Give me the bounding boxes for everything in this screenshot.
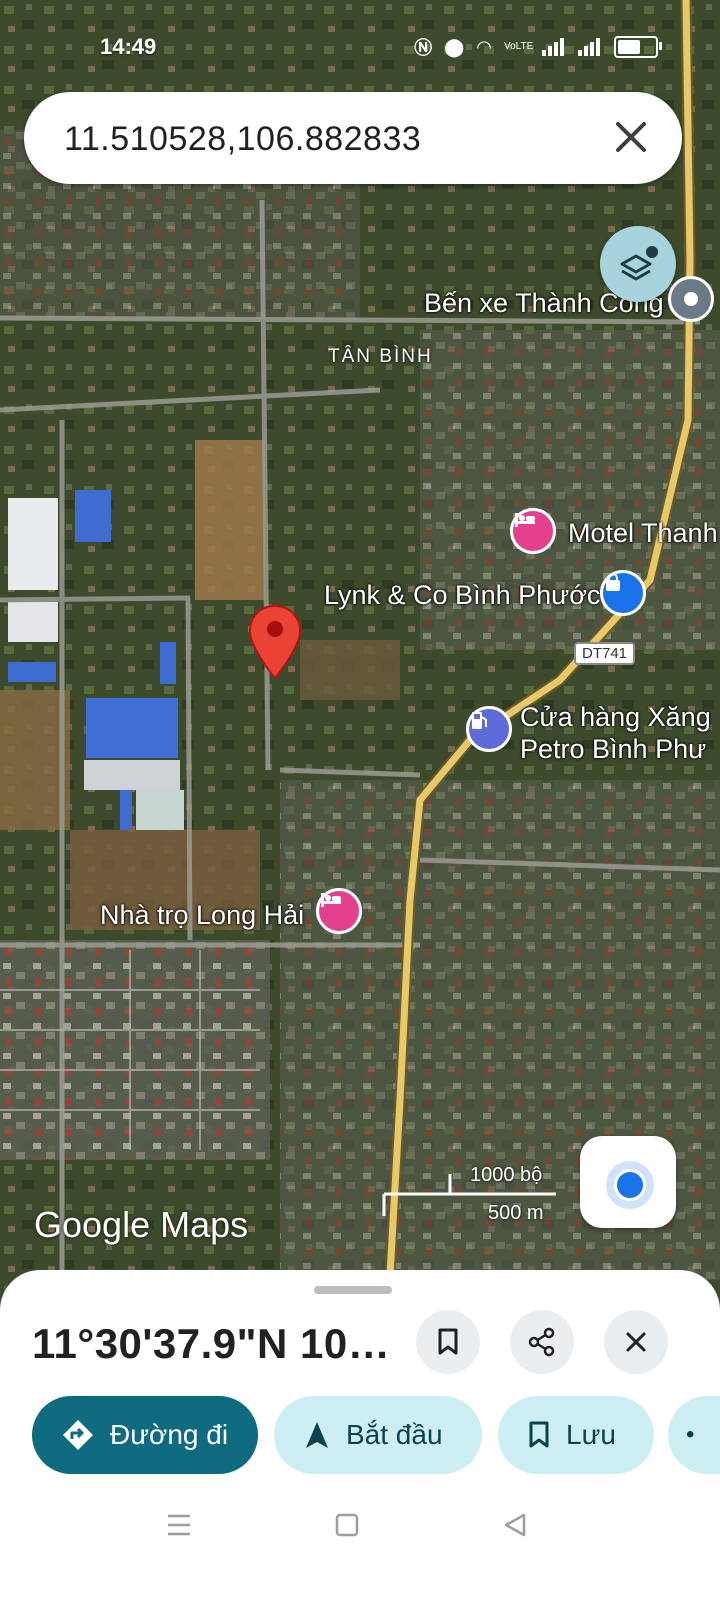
more-actions-button[interactable]: • — [668, 1396, 720, 1474]
share-icon — [528, 1327, 555, 1357]
area-label: TÂN BÌNH — [328, 346, 433, 367]
hotel-icon[interactable] — [510, 508, 556, 554]
drag-handle[interactable] — [314, 1286, 392, 1294]
scale-metric: 500 m — [488, 1202, 544, 1224]
directions-label: Đường đi — [110, 1419, 229, 1450]
back-icon[interactable] — [502, 1512, 528, 1538]
start-button[interactable]: Bắt đầu — [274, 1396, 482, 1474]
close-sheet-button[interactable] — [604, 1310, 668, 1374]
place-label-lynk[interactable]: Lynk & Co Bình Phước — [324, 580, 600, 611]
layers-icon — [620, 246, 658, 281]
route-shield: DT741 — [574, 642, 636, 665]
status-time: 14:49 — [100, 34, 157, 59]
start-label: Bắt đầu — [346, 1419, 443, 1450]
status-bar: 14:49 Ⓝ ⬤ ◠ VoLTE — [0, 0, 720, 90]
nfc-icon: Ⓝ — [414, 38, 433, 58]
shopping-bag-icon[interactable] — [600, 570, 646, 616]
battery-icon — [614, 36, 662, 58]
close-icon[interactable] — [608, 114, 654, 160]
search-bar[interactable]: 11.510528,106.882833 — [24, 92, 682, 184]
bookmark-button[interactable] — [416, 1310, 480, 1374]
map-scale: 1000 bộ 500 m — [380, 1160, 560, 1230]
bookmark-icon — [438, 1328, 458, 1355]
home-icon[interactable] — [334, 1512, 360, 1538]
map-view[interactable]: TÂN BÌNH Bến xe Thành Công Motel Thanh L… — [0, 0, 720, 1310]
wifi-icon: ◠ — [476, 36, 492, 57]
menu-icon[interactable] — [166, 1512, 192, 1538]
place-label-nha-tro[interactable]: Nhà trọ Long Hải — [100, 900, 304, 931]
system-navigation-bar — [0, 1480, 720, 1600]
navigation-arrow-icon — [306, 1422, 328, 1448]
more-icon: • — [686, 1421, 695, 1448]
share-button[interactable] — [510, 1310, 574, 1374]
directions-button[interactable]: Đường đi — [32, 1396, 258, 1474]
location-pin-icon[interactable] — [248, 604, 302, 680]
bookmark-icon — [529, 1421, 549, 1448]
coordinates-title: 11°30'37.9"N 106... — [32, 1320, 392, 1367]
close-icon — [626, 1332, 646, 1352]
place-label-gas-line1[interactable]: Cửa hàng Xăng — [520, 702, 711, 733]
status-icons: Ⓝ ⬤ ◠ VoLTE — [414, 34, 662, 60]
gas-station-icon[interactable] — [466, 706, 512, 752]
network-icon: VoLTE — [504, 41, 534, 52]
hotel-icon[interactable] — [316, 888, 362, 934]
directions-icon — [63, 1420, 93, 1450]
my-location-icon — [614, 1169, 646, 1201]
search-query[interactable]: 11.510528,106.882833 — [64, 120, 421, 159]
my-location-button[interactable] — [580, 1136, 676, 1228]
location-icon: ⬤ — [444, 36, 465, 57]
save-button[interactable]: Lưu — [498, 1396, 654, 1474]
google-maps-logo: Google Maps — [34, 1204, 249, 1245]
signal-icon — [578, 38, 600, 56]
layers-button[interactable] — [600, 226, 676, 302]
place-label-motel[interactable]: Motel Thanh — [568, 518, 718, 549]
save-label: Lưu — [566, 1419, 616, 1450]
scale-imperial: 1000 bộ — [470, 1164, 543, 1186]
place-label-gas-line2[interactable]: Petro Bình Phư — [520, 734, 706, 765]
signal-icon — [542, 38, 564, 56]
